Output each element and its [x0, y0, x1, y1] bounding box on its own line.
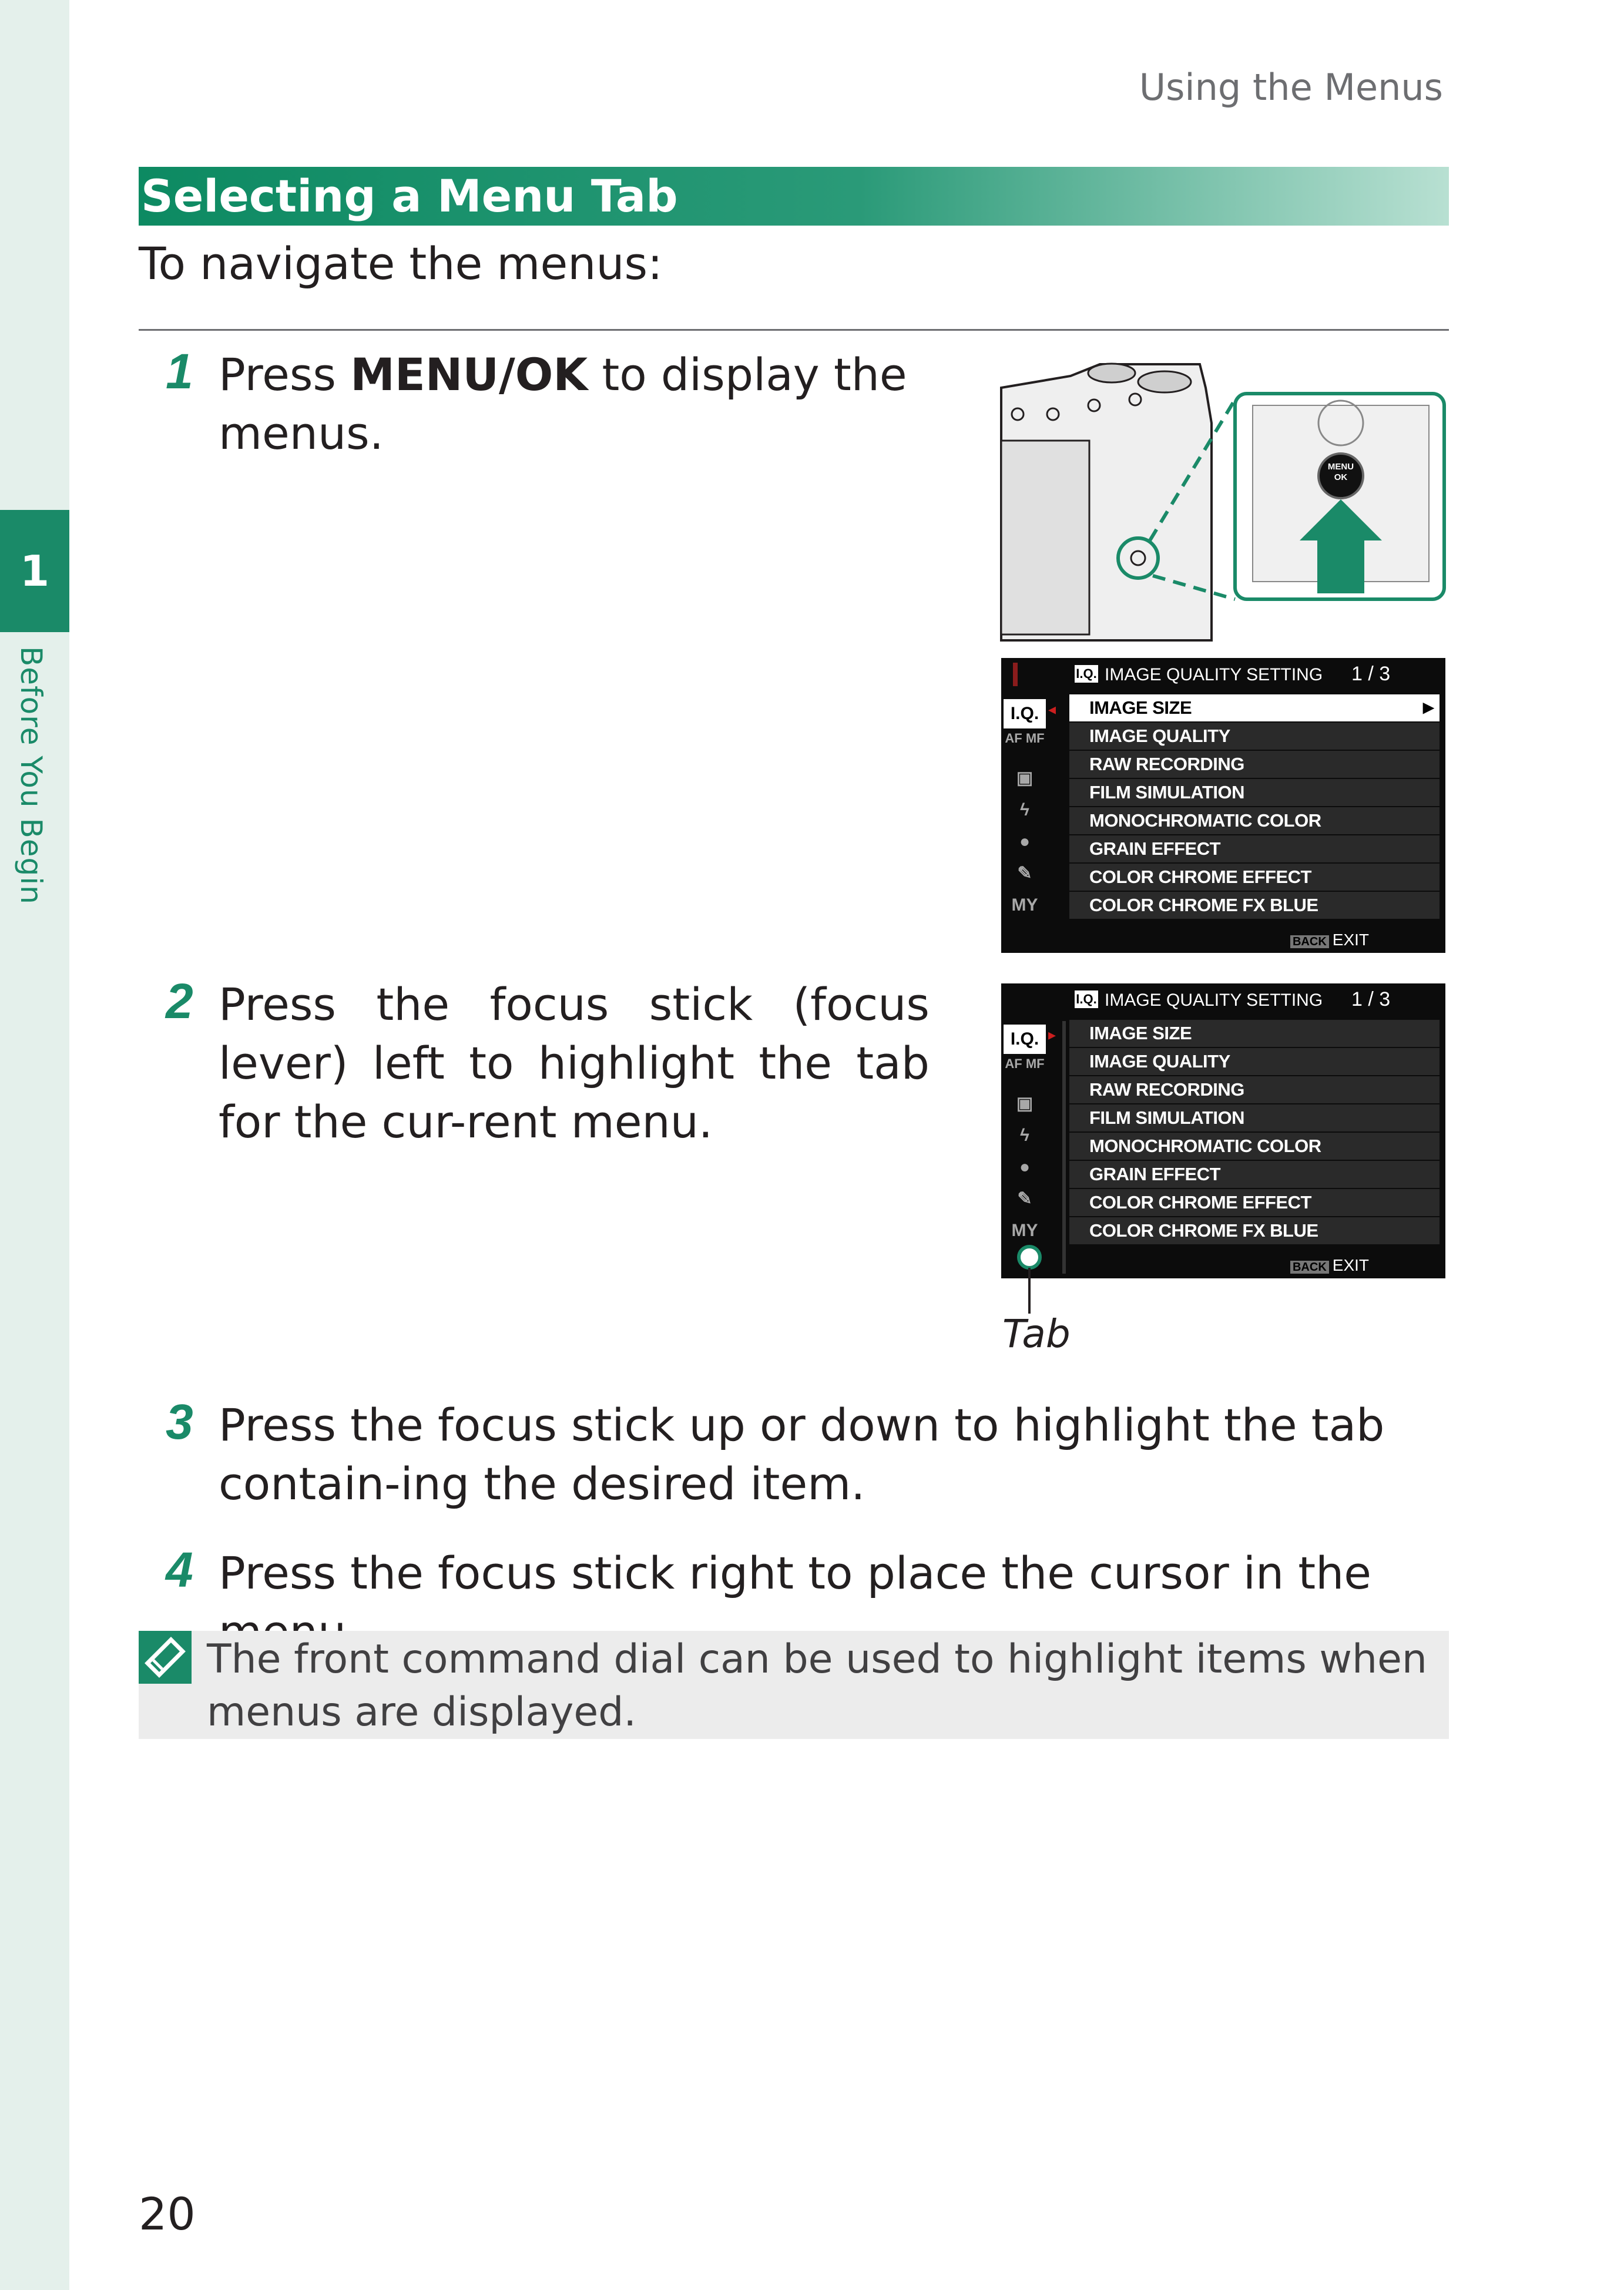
menu-screen-1: I.Q. IMAGE QUALITY SETTING 1 / 3 I.Q. ◂ …	[1001, 658, 1445, 953]
menu-item[interactable]: GRAIN EFFECT	[1069, 835, 1440, 862]
menu-item[interactable]: RAW RECORDING	[1069, 751, 1440, 778]
note-text: The front command dial can be used to hi…	[207, 1636, 1428, 1735]
menu-item[interactable]: FILM SIMULATION	[1069, 779, 1440, 806]
menu-item[interactable]: COLOR CHROME FX BLUE	[1069, 892, 1440, 919]
tab-af-mf[interactable]: AF MF	[1004, 1057, 1046, 1087]
menu-list: IMAGE SIZE ▶ IMAGE QUALITY RAW RECORDING …	[1069, 694, 1440, 920]
tab-marker-icon: ◂	[1048, 701, 1056, 718]
tab-caption: Tab	[1002, 1311, 1071, 1356]
step-1-text: Press MENU/OK to display the menus.	[219, 348, 907, 459]
movie-tab-icon[interactable]: ●	[1004, 827, 1046, 857]
menu-item[interactable]: RAW RECORDING	[1069, 1076, 1440, 1103]
camera-tab-icon[interactable]: ▣	[1004, 764, 1046, 793]
chapter-number-tab: 1	[0, 510, 69, 632]
menu-item[interactable]: IMAGE QUALITY	[1069, 723, 1440, 750]
step-2-number: 2	[166, 973, 193, 1029]
tab-callout-pointer	[1017, 1245, 1042, 1314]
menu-item[interactable]: COLOR CHROME EFFECT	[1069, 1189, 1440, 1216]
submenu-arrow-icon: ▶	[1423, 700, 1434, 716]
movie-tab-icon[interactable]: ●	[1004, 1153, 1046, 1182]
press-arrow-icon	[1300, 499, 1382, 593]
tab-iq[interactable]: I.Q.	[1004, 699, 1046, 728]
menu-ok-label: MENU/OK	[350, 348, 588, 401]
menu-item[interactable]: FILM SIMULATION	[1069, 1104, 1440, 1131]
page-indicator: 1 / 3	[1351, 663, 1391, 685]
menu-item[interactable]: GRAIN EFFECT	[1069, 1161, 1440, 1188]
menu-item[interactable]: COLOR CHROME EFFECT	[1069, 864, 1440, 891]
menu-item[interactable]: MONOCHROMATIC COLOR	[1069, 807, 1440, 834]
screen-indicator	[1013, 663, 1018, 686]
screen-header: I.Q. IMAGE QUALITY SETTING 1 / 3	[1001, 658, 1445, 693]
section-title: Selecting a Menu Tab	[141, 170, 678, 222]
screen-title: IMAGE QUALITY SETTING	[1105, 665, 1323, 684]
tab-marker-icon: ▸	[1048, 1026, 1056, 1044]
flash-tab-icon[interactable]: ϟ	[1004, 1121, 1046, 1150]
tab-rail: I.Q. ◂ AF MF ▣ ϟ ● ✎ MY	[1001, 694, 1067, 953]
tab-my[interactable]: MY	[1004, 891, 1046, 920]
tab-af-mf[interactable]: AF MF	[1004, 732, 1046, 761]
note-pencil-icon	[139, 1631, 192, 1684]
iq-badge-icon: I.Q.	[1075, 665, 1098, 683]
setup-tab-icon[interactable]: ✎	[1004, 1184, 1046, 1214]
menu-item[interactable]: IMAGE QUALITY	[1069, 1048, 1440, 1075]
iq-badge-icon: I.Q.	[1075, 990, 1098, 1008]
menu-ok-button-label: MENU OK	[1327, 462, 1354, 482]
camera-tab-icon[interactable]: ▣	[1004, 1089, 1046, 1119]
tab-my[interactable]: MY	[1004, 1216, 1046, 1245]
side-strip	[0, 0, 69, 2290]
screen-title: IMAGE QUALITY SETTING	[1105, 990, 1323, 1010]
menu-screen-2: I.Q. IMAGE QUALITY SETTING 1 / 3 I.Q. ▸ …	[1001, 983, 1445, 1278]
tab-iq[interactable]: I.Q.	[1004, 1025, 1046, 1054]
page-number: 20	[139, 2188, 196, 2240]
menu-item[interactable]: MONOCHROMATIC COLOR	[1069, 1133, 1440, 1160]
divider	[139, 329, 1449, 331]
setup-tab-icon[interactable]: ✎	[1004, 859, 1046, 888]
tab-rail: I.Q. ▸ AF MF ▣ ϟ ● ✎ MY	[1001, 1020, 1067, 1278]
exit-hint: BACK EXIT	[1290, 1256, 1369, 1275]
menu-list: IMAGE SIZE IMAGE QUALITY RAW RECORDING F…	[1069, 1020, 1440, 1245]
back-badge: BACK	[1290, 1261, 1329, 1274]
tab-highlight-bar	[1062, 1021, 1066, 1274]
step-1-number: 1	[166, 344, 193, 399]
step-4-number: 4	[166, 1542, 193, 1597]
chapter-label: Before You Begin	[14, 646, 48, 905]
screen-header: I.Q. IMAGE QUALITY SETTING 1 / 3	[1001, 983, 1445, 1019]
step-3-number: 3	[166, 1394, 193, 1449]
menu-item[interactable]: COLOR CHROME FX BLUE	[1069, 1217, 1440, 1244]
flash-tab-icon[interactable]: ϟ	[1004, 795, 1046, 825]
step-3-text: Press the focus stick up or down to high…	[219, 1399, 1385, 1510]
menu-item[interactable]: IMAGE SIZE	[1069, 1020, 1440, 1047]
intro-text: To navigate the menus:	[139, 237, 663, 290]
exit-hint: BACK EXIT	[1290, 931, 1369, 949]
page-indicator: 1 / 3	[1351, 988, 1391, 1010]
menu-item[interactable]: IMAGE SIZE ▶	[1069, 694, 1440, 721]
step-2-text: Press the focus stick (focus lever) left…	[219, 978, 930, 1148]
running-head: Using the Menus	[1139, 66, 1443, 109]
back-badge: BACK	[1290, 935, 1329, 948]
